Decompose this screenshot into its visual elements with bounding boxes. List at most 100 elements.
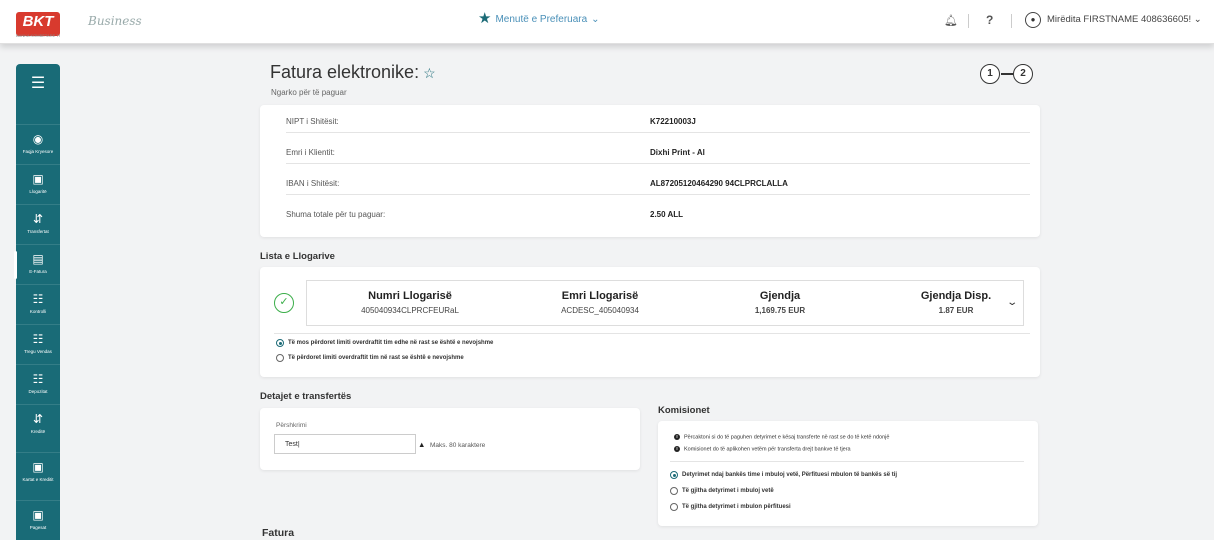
step-2: 2: [1013, 64, 1033, 84]
sidebar-item-accounts[interactable]: ▣ Llogaritë: [16, 164, 60, 204]
sidebar-item-transfers[interactable]: ⇵ Transfertat: [16, 204, 60, 244]
payments-icon: ▣: [32, 508, 44, 522]
sidebar-item-market[interactable]: ☷ Tregu Vendas: [16, 324, 60, 364]
sidebar-item-payments[interactable]: ▣ Pagesat: [16, 500, 60, 540]
radio-label: Të gjitha detyrimet i mbulon përfituesi: [682, 504, 791, 510]
accounts-section-title: Lista e Llogarive: [260, 251, 335, 262]
divider: [274, 333, 1030, 334]
top-bar: BKT BANKA KOMBËTARE TREGTARE Business ★ …: [0, 0, 1214, 44]
info-label: Shuma totale për tu paguar:: [286, 210, 386, 219]
transfer-details-card: Përshkrimi ▲ Maks. 80 karaktere: [260, 408, 640, 470]
sidebar-item-label: Transfertat: [27, 229, 49, 234]
credit-icon: ⇵: [32, 412, 44, 426]
bell-icon[interactable]: 🔔︎: [944, 14, 958, 27]
favorites-label: Menutë e Preferuara: [495, 13, 588, 25]
star-icon: ★: [478, 10, 492, 27]
warning-icon: ▲: [418, 440, 426, 449]
favorites-menu[interactable]: ★ Menutë e Preferuara ⌄: [478, 10, 600, 27]
page-title: Fatura elektronike: ☆: [270, 62, 436, 83]
col-value: 1,169.75 EUR: [754, 306, 806, 315]
sidebar-item-label: Kartat e Kreditit: [22, 477, 54, 482]
note-text: Komisionet do të aplikohen vetëm për tra…: [684, 446, 851, 453]
radio-selected[interactable]: [670, 471, 678, 479]
account-row[interactable]: Numri Llogarisë 405040934CLPRCFEURaL Emr…: [306, 280, 1024, 326]
deposit-icon: ☷: [32, 372, 44, 386]
info-icon: !: [674, 434, 680, 440]
sidebar-item-label: Faqja Kryesore: [22, 149, 54, 154]
user-greeting: Mirëdita FIRSTNAME 408636605!: [1047, 14, 1192, 25]
transfer-details-title: Detajet e transfertës: [260, 391, 352, 402]
menu-icon[interactable]: ☰: [16, 64, 60, 102]
account-name-col: Emri Llogarisë ACDESC_405040934: [515, 290, 685, 315]
sidebar-item-home[interactable]: ◉ Faqja Kryesore: [16, 124, 60, 164]
description-input[interactable]: [274, 434, 416, 454]
control-icon: ☷: [32, 292, 44, 306]
brand-label: Business: [88, 14, 142, 28]
chevron-down-icon[interactable]: ⌄: [1006, 297, 1018, 308]
info-icon: !: [674, 446, 680, 452]
user-menu[interactable]: Mirëdita FIRSTNAME 408636605! ⌄: [1047, 14, 1202, 25]
sidebar-item-credit-cards[interactable]: ▣ Kartat e Kreditit: [16, 452, 60, 492]
info-row: IBAN i Shitësit: AL87205120464290 94CLPR…: [286, 169, 1030, 195]
sidebar-item-einvoice[interactable]: ▤ E-Fatura: [14, 244, 60, 284]
radio-unselected[interactable]: [276, 354, 284, 362]
commissions-card: ! Përcaktoni si do të paguhen detyrimet e…: [658, 421, 1038, 526]
commission-option-beneficiary[interactable]: Të gjitha detyrimet i mbulon përfituesi: [670, 503, 791, 511]
check-icon: ✓: [274, 293, 294, 313]
star-outline-icon[interactable]: ☆: [423, 65, 436, 81]
radio-label: Të mos përdoret limiti overdraftit tim e…: [288, 340, 494, 346]
radio-unselected[interactable]: [670, 487, 678, 495]
einvoice-icon: ▤: [32, 252, 44, 266]
chevron-down-icon: ⌄: [591, 13, 600, 25]
transfer-icon: ⇵: [32, 212, 44, 226]
sidebar-item-label: Llogaritë: [29, 189, 47, 194]
divider: [670, 461, 1024, 462]
page-subtitle: Ngarko për të paguar: [271, 88, 347, 97]
commission-option-split[interactable]: Detyrimet ndaj bankës time i mbuloj vetë…: [670, 471, 897, 479]
info-label: Emri i Klientit:: [286, 148, 335, 157]
radio-label: Të gjitha detyrimet i mbuloj vetë: [682, 488, 774, 494]
sidebar-item-label: E-Fatura: [29, 269, 47, 274]
col-value: 405040934CLPRCFEURaL: [361, 306, 459, 315]
info-row: Shuma totale për tu paguar: 2.50 ALL: [286, 200, 1030, 226]
radio-selected[interactable]: [276, 339, 284, 347]
user-icon[interactable]: ●: [1025, 12, 1041, 28]
sidebar-item-label: Pagesat: [29, 525, 47, 530]
sidebar-item-deposits[interactable]: ☷ Depozitat: [16, 364, 60, 404]
market-icon: ☷: [32, 332, 44, 346]
commissions-title: Komisionet: [658, 405, 710, 416]
radio-unselected[interactable]: [670, 503, 678, 511]
radio-label: Të përdoret limiti overdraftit tim në ra…: [288, 355, 464, 361]
sidebar-item-label: Kontrolli: [29, 309, 47, 314]
balance-col: Gjendja 1,169.75 EUR: [695, 290, 865, 315]
commission-note: ! Përcaktoni si do të paguhen detyrimet e…: [674, 434, 889, 440]
commission-option-self[interactable]: Të gjitha detyrimet i mbuloj vetë: [670, 487, 774, 495]
info-value: K72210003J: [650, 117, 696, 126]
overdraft-option-yes[interactable]: Të përdoret limiti overdraftit tim në ra…: [276, 354, 464, 362]
info-value: Dixhi Print - Al: [650, 148, 705, 157]
note-text: Përcaktoni si do të paguhen detyrimet e …: [684, 434, 890, 441]
divider: [968, 14, 969, 28]
info-value: AL87205120464290 94CLPRCLALLA: [650, 179, 788, 188]
home-icon: ◉: [32, 132, 44, 146]
sidebar-item-control[interactable]: ☷ Kontrolli: [16, 284, 60, 324]
fatura-section-title: Fatura: [262, 527, 295, 539]
col-header: Gjendja: [759, 290, 801, 302]
info-row: NIPT i Shitësit: K72210003J: [286, 107, 1030, 133]
step-connector: [1001, 73, 1013, 75]
divider: [1011, 14, 1012, 28]
sidebar-item-label: Kreditë: [30, 429, 46, 434]
sidebar-item-credits[interactable]: ⇵ Kreditë: [16, 404, 60, 444]
help-button[interactable]: ?: [986, 13, 993, 27]
page-title-text: Fatura elektronike:: [270, 62, 420, 82]
accounts-icon: ▣: [32, 172, 44, 186]
invoice-info-card: NIPT i Shitësit: K72210003J Emri i Klien…: [260, 105, 1040, 237]
logo-subtitle: BANKA KOMBËTARE TREGTARE: [16, 33, 60, 38]
info-label: NIPT i Shitësit:: [286, 117, 339, 126]
info-label: IBAN i Shitësit:: [286, 179, 340, 188]
sidebar-item-label: Tregu Vendas: [24, 349, 52, 354]
overdraft-option-no[interactable]: Të mos përdoret limiti overdraftit tim e…: [276, 339, 493, 347]
col-value: ACDESC_405040934: [561, 306, 639, 315]
col-header: Emri Llogarisë: [561, 290, 639, 302]
col-header: Numri Llogarisë: [368, 290, 452, 302]
